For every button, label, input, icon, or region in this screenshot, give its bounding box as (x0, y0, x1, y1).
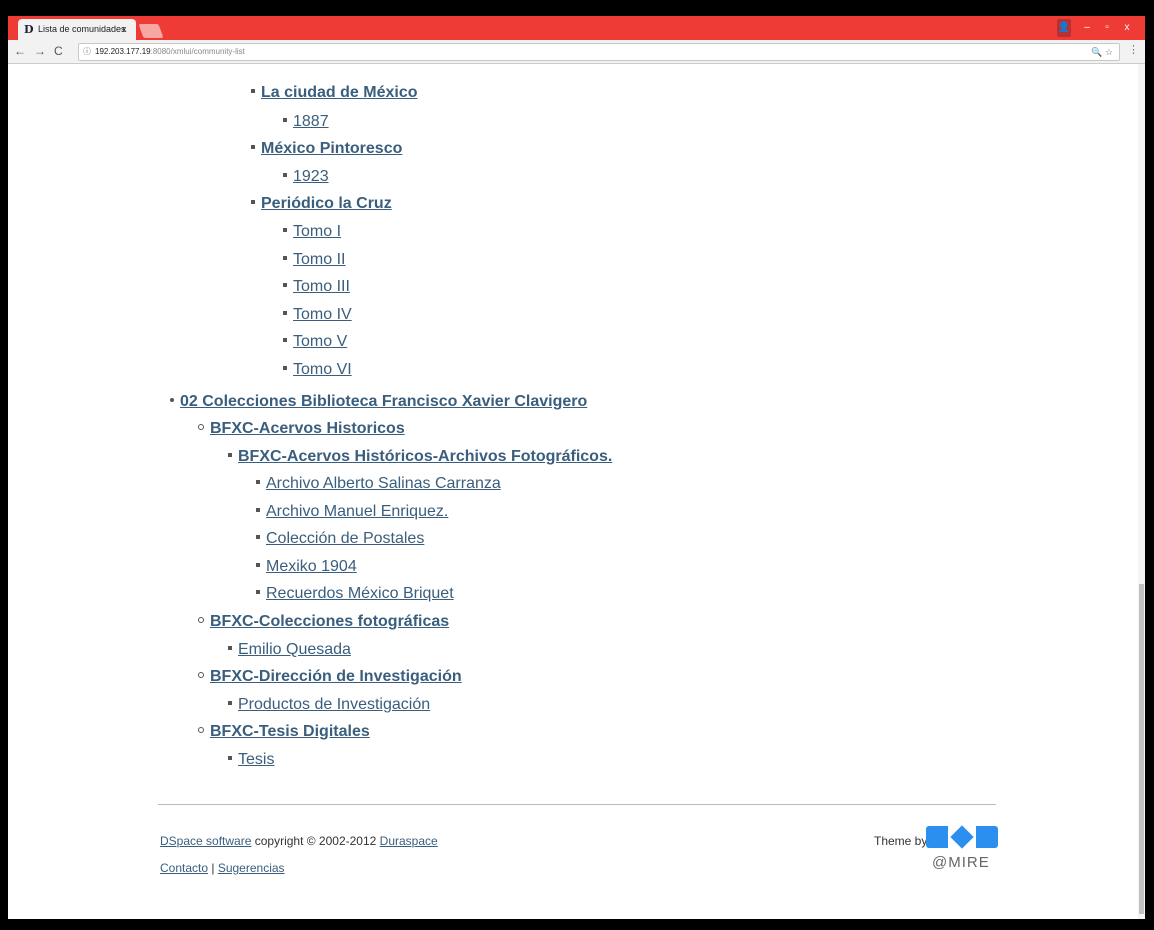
minimize-button[interactable]: – (1077, 19, 1097, 37)
community-link[interactable]: BFXC-Dirección de Investigación (210, 668, 462, 685)
list-item[interactable]: BFXC-Acervos Históricos-Archivos Fotográ… (228, 448, 612, 466)
contacto-link[interactable]: Contacto (160, 861, 208, 875)
logo-block-left (926, 826, 948, 848)
list-item[interactable]: 02 Colecciones Biblioteca Francisco Xavi… (170, 393, 587, 411)
duraspace-link[interactable]: Duraspace (380, 834, 438, 848)
list-item[interactable]: Mexiko 1904 (256, 558, 357, 576)
sugerencias-link[interactable]: Sugerencias (218, 861, 285, 875)
collection-link[interactable]: Recuerdos México Briquet (266, 585, 454, 602)
url-text: 192.203.177.19:8080/xmlui/community-list (95, 44, 245, 60)
user-profile-icon[interactable]: 👤 (1057, 19, 1071, 37)
logo-block-right (976, 826, 998, 848)
footer-copyright: DSpace software copyright © 2002-2012 Du… (160, 834, 438, 848)
tab-title: Lista de comunidades (38, 24, 126, 34)
collection-link[interactable]: Colección de Postales (266, 530, 424, 547)
community-link[interactable]: BFXC-Tesis Digitales (210, 723, 370, 740)
list-item[interactable]: México Pintoresco (251, 140, 402, 158)
collection-link[interactable]: Tomo VI (293, 361, 352, 378)
list-item[interactable]: Recuerdos México Briquet (256, 585, 454, 603)
back-arrow-icon[interactable]: ← (14, 43, 26, 59)
address-bar: ← → C ⓘ 192.203.177.19:8080/xmlui/commun… (8, 40, 1145, 64)
list-item[interactable]: Periódico la Cruz (251, 195, 392, 213)
collection-link[interactable]: Archivo Alberto Salinas Carranza (266, 475, 501, 492)
list-item[interactable]: Tesis (228, 751, 274, 769)
footer-separator: | (208, 861, 218, 875)
list-item[interactable]: Tomo III (283, 278, 350, 296)
logo-block-mid (950, 825, 974, 849)
menu-icon[interactable]: ⋮ (1128, 43, 1139, 56)
community-link[interactable]: México Pintoresco (261, 140, 402, 157)
collection-link[interactable]: 1887 (293, 113, 329, 130)
tab-close-icon[interactable]: x (122, 19, 127, 40)
copyright-text: copyright © 2002-2012 (251, 834, 380, 848)
vertical-scrollbar[interactable] (1138, 64, 1145, 919)
collection-link[interactable]: Tomo III (293, 278, 350, 295)
restore-button[interactable]: ▫ (1097, 19, 1117, 37)
collection-link[interactable]: Tomo V (293, 333, 347, 350)
dspace-link[interactable]: DSpace software (160, 834, 251, 848)
community-link[interactable]: BFXC-Acervos Historicos (210, 420, 405, 437)
theme-by-label: Theme by (874, 834, 928, 848)
list-item[interactable]: Tomo II (283, 251, 345, 269)
collection-link[interactable]: Productos de Investigación (238, 696, 430, 713)
community-link[interactable]: BFXC-Acervos Históricos-Archivos Fotográ… (238, 448, 612, 465)
window-controls: 👤 – ▫ x (1057, 19, 1137, 37)
list-item[interactable]: Tomo IV (283, 306, 352, 324)
list-item[interactable]: BFXC-Colecciones fotográficas (198, 613, 449, 631)
community-link[interactable]: 02 Colecciones Biblioteca Francisco Xavi… (180, 393, 587, 410)
info-icon[interactable]: ⓘ (83, 44, 91, 60)
browser-window: D Lista de comunidades x 👤 – ▫ x ← → C ⓘ… (8, 16, 1145, 919)
footer-links: Contacto | Sugerencias (160, 861, 285, 875)
list-item[interactable]: La ciudad de México (251, 84, 417, 102)
browser-tab[interactable]: D Lista de comunidades x (18, 19, 136, 40)
close-window-button[interactable]: x (1117, 19, 1137, 37)
community-link[interactable]: Periódico la Cruz (261, 195, 392, 212)
list-item[interactable]: BFXC-Acervos Historicos (198, 420, 405, 438)
collection-link[interactable]: Tesis (238, 751, 274, 768)
footer-divider (158, 804, 996, 805)
new-tab-button[interactable] (138, 24, 164, 38)
list-item[interactable]: BFXC-Tesis Digitales (198, 723, 370, 741)
list-item[interactable]: Emilio Quesada (228, 641, 351, 659)
forward-arrow-icon[interactable]: → (34, 43, 46, 59)
collection-link[interactable]: Tomo I (293, 223, 341, 240)
url-path: :8080/xmlui/community-list (150, 47, 245, 56)
logo-text: @MIRE (932, 854, 990, 871)
list-item[interactable]: Tomo I (283, 223, 341, 241)
dspace-favicon-icon: D (24, 23, 34, 36)
title-bar: D Lista de comunidades x 👤 – ▫ x (8, 16, 1145, 40)
community-link[interactable]: BFXC-Colecciones fotográficas (210, 613, 449, 630)
community-link[interactable]: La ciudad de México (261, 84, 417, 101)
list-item[interactable]: Tomo V (283, 333, 347, 351)
reload-icon[interactable]: C (54, 43, 63, 59)
collection-link[interactable]: 1923 (293, 168, 329, 185)
list-item[interactable]: BFXC-Dirección de Investigación (198, 668, 462, 686)
scrollbar-thumb[interactable] (1139, 584, 1144, 914)
url-field[interactable]: ⓘ 192.203.177.19:8080/xmlui/community-li… (78, 43, 1120, 61)
list-item[interactable]: 1923 (283, 168, 329, 186)
atmire-logo[interactable]: @MIRE (926, 825, 998, 874)
page-content: La ciudad de México 1887 México Pintores… (8, 64, 1138, 919)
list-item[interactable]: Archivo Manuel Enriquez. (256, 503, 448, 521)
list-item[interactable]: Tomo VI (283, 361, 352, 379)
list-item[interactable]: Archivo Alberto Salinas Carranza (256, 475, 501, 493)
zoom-bookmark-icons[interactable]: 🔍 ☆ (1091, 44, 1113, 60)
collection-link[interactable]: Mexiko 1904 (266, 558, 357, 575)
url-host: 192.203.177.19 (95, 47, 151, 56)
collection-link[interactable]: Tomo II (293, 251, 345, 268)
collection-link[interactable]: Archivo Manuel Enriquez. (266, 503, 448, 520)
list-item[interactable]: Colección de Postales (256, 530, 424, 548)
collection-link[interactable]: Tomo IV (293, 306, 352, 323)
list-item[interactable]: Productos de Investigación (228, 696, 430, 714)
collection-link[interactable]: Emilio Quesada (238, 641, 351, 658)
list-item[interactable]: 1887 (283, 113, 329, 131)
